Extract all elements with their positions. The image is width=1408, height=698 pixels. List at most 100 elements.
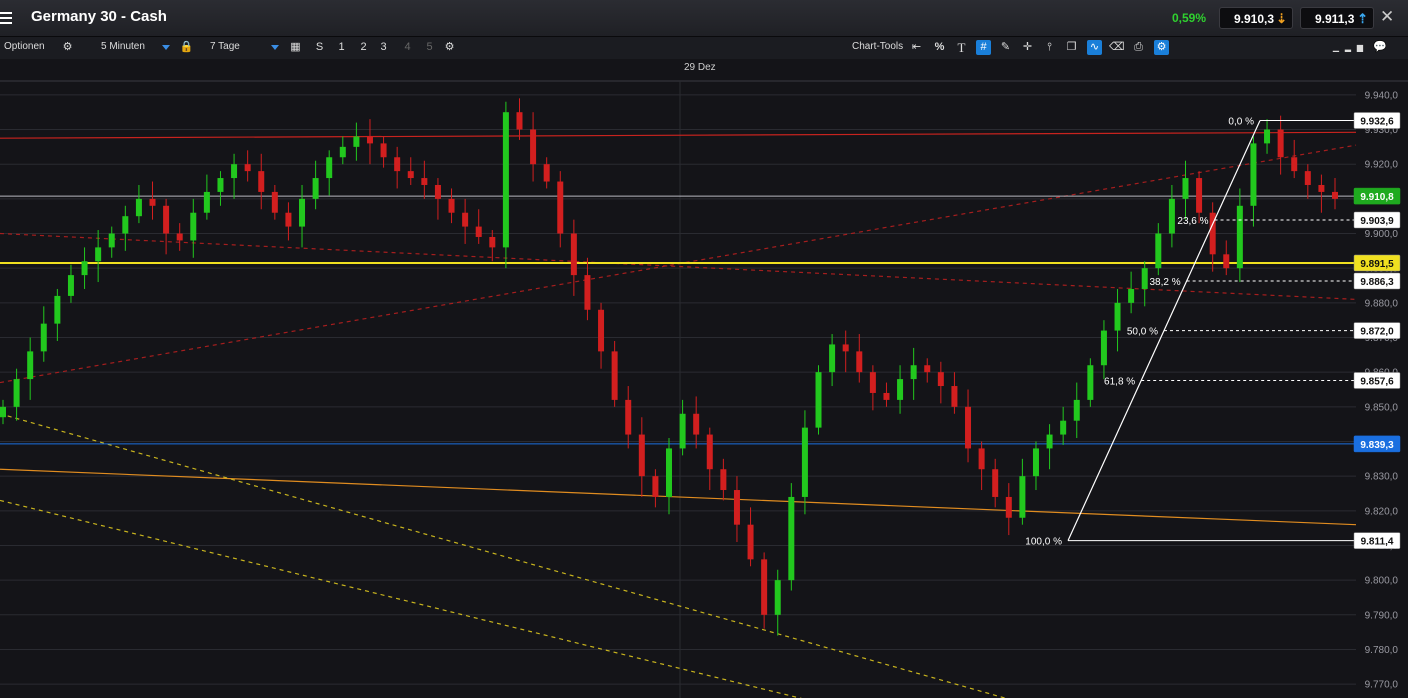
interval-caret-icon[interactable] bbox=[162, 45, 170, 50]
candle-body bbox=[761, 559, 768, 615]
buy-price: 9.911,3 bbox=[1315, 12, 1355, 26]
eraser-icon[interactable]: ⌫ bbox=[1109, 40, 1125, 55]
candle-body bbox=[217, 178, 224, 192]
candle-body bbox=[1155, 233, 1162, 269]
indicators-icon[interactable]: ∿ bbox=[1087, 40, 1102, 55]
candle-body bbox=[135, 198, 142, 217]
candle-body bbox=[951, 386, 958, 407]
candle-body bbox=[502, 112, 509, 248]
price-label-text: 9.872,0 bbox=[1360, 327, 1394, 338]
range-caret-icon[interactable] bbox=[271, 45, 279, 50]
candle-body bbox=[611, 351, 618, 400]
candle-icon[interactable]: ⫯ bbox=[1042, 40, 1057, 55]
percent-button[interactable]: % bbox=[932, 40, 947, 55]
candle-body bbox=[285, 212, 292, 227]
range-select[interactable]: 7 Tage bbox=[210, 41, 240, 52]
candle-body bbox=[421, 178, 428, 185]
maximize-icon[interactable]: ▆ bbox=[1356, 40, 1364, 55]
candle-body bbox=[1196, 178, 1203, 213]
fib-level-label: 38,2 % bbox=[1150, 277, 1181, 288]
y-tick-label: 9.850,0 bbox=[1365, 402, 1399, 413]
restore-icon[interactable]: ▂ bbox=[1344, 40, 1352, 55]
candle-body bbox=[1182, 178, 1189, 199]
candle-body bbox=[924, 365, 931, 373]
instrument-title: Germany 30 - Cash bbox=[31, 8, 167, 25]
lock-icon[interactable]: 🔒 bbox=[179, 40, 194, 55]
text-tool-icon[interactable]: T bbox=[954, 40, 969, 55]
options-menu[interactable]: Optionen bbox=[4, 41, 45, 52]
candle-body bbox=[122, 216, 129, 234]
y-tick-label: 9.800,0 bbox=[1365, 576, 1399, 587]
candle-body bbox=[326, 157, 333, 179]
candle-body bbox=[937, 372, 944, 387]
candle-body bbox=[394, 157, 401, 172]
candle-body bbox=[842, 344, 849, 352]
candle-body bbox=[557, 181, 564, 234]
y-tick-label: 9.780,0 bbox=[1365, 645, 1399, 656]
candle-body bbox=[1114, 302, 1121, 331]
candle-body bbox=[176, 233, 183, 241]
layout-4-button[interactable]: 4 bbox=[400, 40, 415, 55]
candle-body bbox=[271, 191, 278, 213]
y-tick-label: 9.830,0 bbox=[1365, 472, 1399, 483]
calendar-icon[interactable]: ▦ bbox=[288, 40, 303, 55]
candle-body bbox=[13, 379, 20, 407]
y-tick-label: 9.820,0 bbox=[1365, 506, 1399, 517]
draw-pen-icon[interactable]: ✎ bbox=[998, 40, 1013, 55]
print-icon[interactable]: ⎙ bbox=[1131, 40, 1146, 55]
back-arrow-icon[interactable]: ⇤ bbox=[909, 40, 924, 55]
candle-body bbox=[1128, 288, 1135, 303]
candle-body bbox=[203, 191, 210, 213]
candle-body bbox=[883, 392, 890, 400]
price-label-text: 9.811,4 bbox=[1361, 537, 1394, 548]
layout-5-button[interactable]: 5 bbox=[422, 40, 437, 55]
candle-body bbox=[475, 226, 482, 237]
menu-icon[interactable] bbox=[0, 9, 12, 27]
layout-gear-icon[interactable]: ⚙ bbox=[442, 40, 457, 55]
candle-body bbox=[992, 469, 999, 497]
layout-1-button[interactable]: 1 bbox=[334, 40, 349, 55]
y-tick-label: 9.790,0 bbox=[1365, 610, 1399, 621]
candle-body bbox=[108, 233, 115, 248]
minimize-icon[interactable]: ▁ bbox=[1332, 40, 1340, 55]
candle-body bbox=[149, 198, 156, 206]
chat-icon[interactable]: 💬 bbox=[1370, 40, 1390, 55]
interval-select[interactable]: 5 Minuten bbox=[101, 41, 145, 52]
candle-body bbox=[693, 413, 700, 435]
chart-tools-label: Chart-Tools bbox=[852, 41, 904, 52]
candle-body bbox=[1100, 330, 1107, 366]
close-icon[interactable]: ✕ bbox=[1380, 7, 1394, 27]
settings-gear-icon[interactable]: ⚙ bbox=[60, 40, 75, 55]
tools-settings-icon[interactable]: ⚙ bbox=[1154, 40, 1169, 55]
candle-body bbox=[733, 490, 740, 525]
crosshair-icon[interactable]: ✛ bbox=[1020, 40, 1035, 55]
sell-price: 9.910,3 bbox=[1234, 12, 1275, 26]
candle-body bbox=[1264, 129, 1271, 144]
price-label-text: 9.910,8 bbox=[1360, 192, 1394, 203]
chart-toolbar: Optionen ⚙ 5 Minuten 🔒 7 Tage ▦ S 1 2 3 … bbox=[0, 37, 1408, 60]
candle-body bbox=[706, 434, 713, 470]
windows-icon[interactable]: ❐ bbox=[1064, 40, 1079, 55]
candle-body bbox=[625, 399, 632, 435]
price-chart[interactable]: 0,0 % 23,6 % 38,2 % 50,0 % 61,8 % 100,0 % 9.7… bbox=[0, 59, 1408, 698]
candle-body bbox=[1250, 143, 1257, 206]
layout-2-button[interactable]: 2 bbox=[356, 40, 371, 55]
buy-price-button[interactable]: 9.911,3 ⇡ bbox=[1300, 7, 1374, 29]
candle-body bbox=[897, 379, 904, 400]
candle-body bbox=[1236, 205, 1243, 269]
candle-body bbox=[815, 372, 822, 428]
price-label-text: 9.891,5 bbox=[1360, 259, 1394, 270]
candle-body bbox=[1141, 268, 1148, 289]
sell-price-button[interactable]: 9.910,3 ⇣ bbox=[1219, 7, 1293, 29]
candle-body bbox=[40, 323, 47, 352]
layout-3-button[interactable]: 3 bbox=[376, 40, 391, 55]
price-label-text: 9.932,6 bbox=[1360, 117, 1394, 128]
grid-icon[interactable]: # bbox=[976, 40, 991, 55]
daily-change: 0,59% bbox=[1172, 11, 1207, 25]
candle-body bbox=[570, 233, 577, 276]
layout-s-button[interactable]: S bbox=[312, 40, 327, 55]
title-bar: Germany 30 - Cash 0,59% 9.910,3 ⇣ 9.911,… bbox=[0, 0, 1408, 37]
y-tick-label: 9.940,0 bbox=[1365, 90, 1399, 101]
candle-body bbox=[584, 275, 591, 310]
candle-body bbox=[163, 205, 170, 234]
